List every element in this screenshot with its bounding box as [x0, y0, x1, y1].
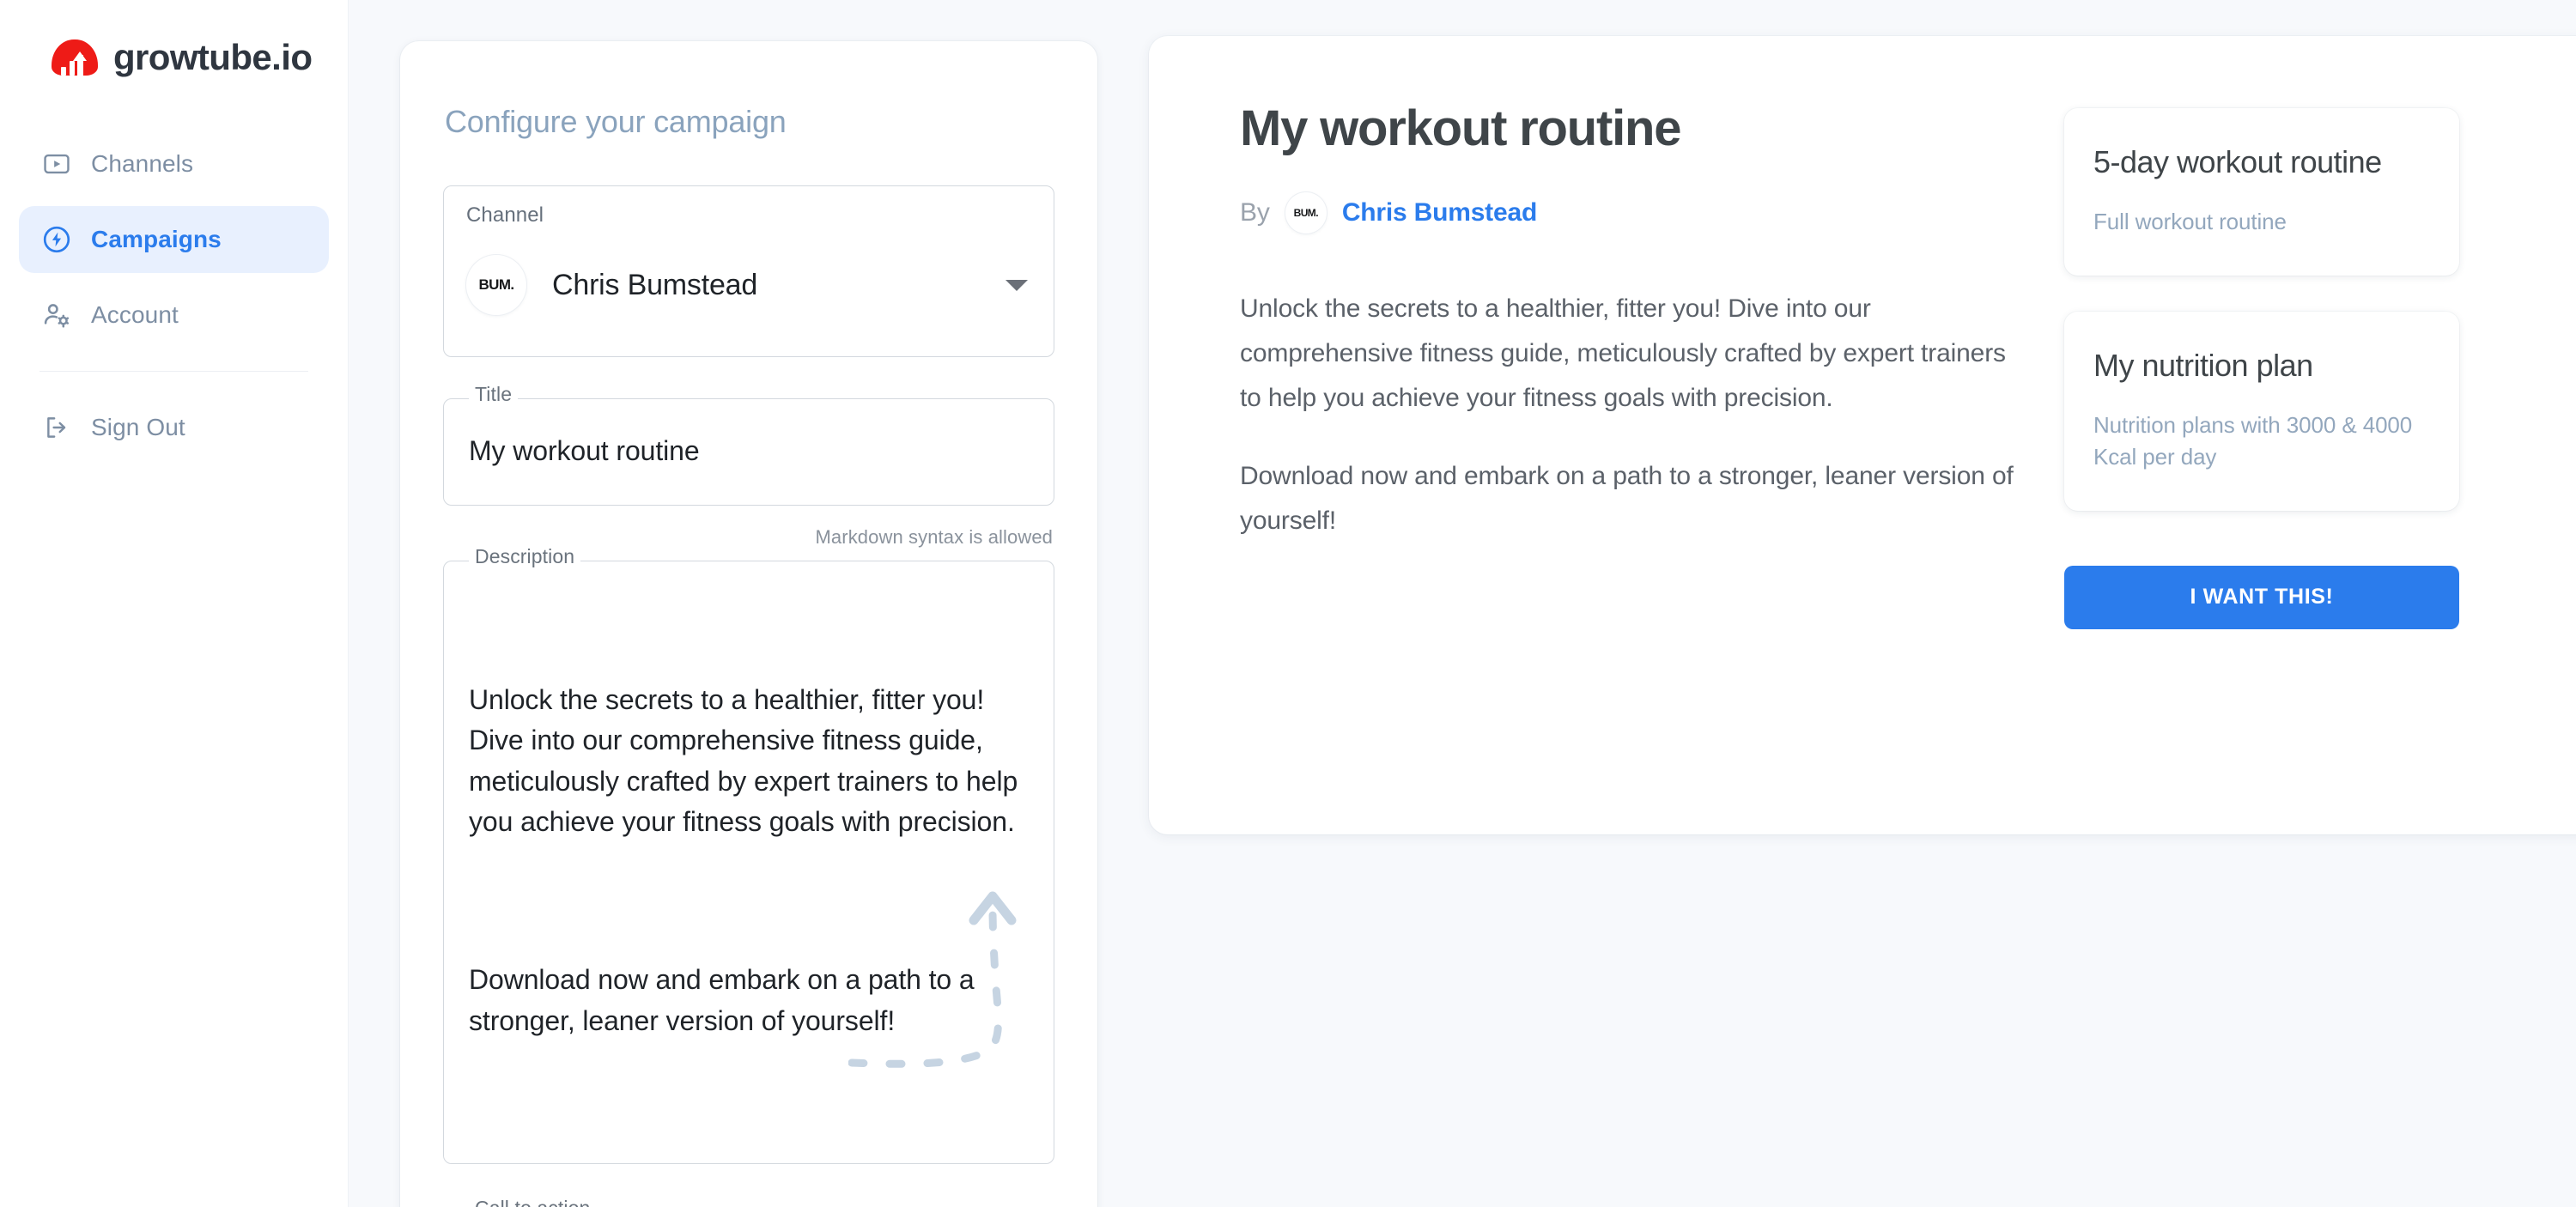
- byline-author-link[interactable]: Chris Bumstead: [1342, 198, 1537, 227]
- offer-card-title: 5-day workout routine: [2093, 144, 2382, 179]
- offer-card-title: My nutrition plan: [2093, 347, 2313, 383]
- sidebar-item-sign-out[interactable]: Sign Out: [19, 394, 329, 461]
- sidebar-item-label: Sign Out: [91, 414, 185, 440]
- preview-byline: By BUM. Chris Bumstead: [1240, 191, 2030, 234]
- sidebar-divider: [39, 371, 308, 372]
- title-field-label: Title: [469, 385, 519, 404]
- lightning-bolt-circle-icon: [41, 224, 72, 255]
- sidebar-item-account[interactable]: Account: [19, 282, 329, 349]
- channel-selected-value: Chris Bumstead: [552, 269, 758, 301]
- i-want-this-button[interactable]: I WANT THIS!: [2064, 565, 2459, 629]
- video-play-icon: [41, 149, 72, 179]
- brand[interactable]: growtube.io: [0, 0, 348, 77]
- description-field-label: Description: [469, 547, 581, 567]
- byline-avatar: BUM.: [1285, 191, 1327, 234]
- form-fields: Channel BUM. Chris Bumstead Title My wor…: [400, 185, 1097, 1207]
- sidebar-item-campaigns[interactable]: Campaigns: [19, 206, 329, 273]
- sidebar-item-label: Channels: [91, 150, 194, 177]
- channel-avatar: BUM.: [466, 255, 526, 315]
- workspace: Configure your campaign Channel BUM. Chr…: [349, 0, 2576, 1207]
- offer-card[interactable]: 5-day workout routine Full workout routi…: [2064, 108, 2459, 276]
- byline-prefix: By: [1240, 197, 1270, 227]
- sign-out-icon: [41, 412, 72, 443]
- preview-body: Unlock the secrets to a healthier, fitte…: [1240, 287, 2030, 543]
- title-field-value: My workout routine: [469, 435, 700, 466]
- preview-offer-rail: 5-day workout routine Full workout routi…: [2064, 101, 2459, 834]
- offer-card-subtitle: Nutrition plans with 3000 & 4000 Kcal pe…: [2093, 412, 2413, 470]
- channel-select-row[interactable]: BUM. Chris Bumstead: [466, 255, 1031, 315]
- sidebar: growtube.io Channels Campaigns Account S…: [0, 0, 349, 1207]
- form-heading: Configure your campaign: [445, 104, 787, 139]
- description-field-value: Unlock the secrets to a healthier, fitte…: [443, 561, 1054, 1163]
- brand-name: growtube.io: [113, 37, 313, 77]
- preview-paragraph: Unlock the secrets to a healthier, fitte…: [1240, 294, 2006, 412]
- user-gear-icon: [41, 300, 72, 331]
- preview-title: My workout routine: [1240, 100, 1681, 156]
- description-paragraph: Unlock the secrets to a healthier, fitte…: [469, 684, 1025, 838]
- sidebar-nav: Channels Campaigns Account Sign Out: [0, 130, 348, 461]
- description-field[interactable]: Markdown syntax is allowed Description U…: [443, 526, 1054, 1164]
- offer-card[interactable]: My nutrition plan Nutrition plans with 3…: [2064, 311, 2459, 511]
- sidebar-item-channels[interactable]: Channels: [19, 130, 329, 197]
- title-field[interactable]: Title My workout routine: [443, 385, 1054, 506]
- description-paragraph: Download now and embark on a path to a s…: [469, 964, 982, 1036]
- sidebar-item-label: Account: [91, 301, 179, 328]
- sidebar-item-label: Campaigns: [91, 226, 222, 252]
- growtube-logo-icon: [52, 39, 98, 76]
- description-helper-text: Markdown syntax is allowed: [815, 526, 1053, 549]
- offer-card-subtitle: Full workout routine: [2093, 209, 2287, 235]
- preview-main: My workout routine By BUM. Chris Bumstea…: [1240, 101, 2030, 834]
- channel-label: Channel: [466, 203, 544, 227]
- channel-select[interactable]: Channel BUM. Chris Bumstead: [443, 185, 1054, 357]
- call-to-action-field-label: Call to action: [469, 1198, 597, 1207]
- app-root: growtube.io Channels Campaigns Account S…: [0, 0, 2576, 1207]
- campaign-form-panel: Configure your campaign Channel BUM. Chr…: [400, 41, 1097, 1207]
- chevron-down-icon[interactable]: [1005, 279, 1028, 291]
- campaign-preview-panel: My workout routine By BUM. Chris Bumstea…: [1149, 36, 2576, 834]
- preview-paragraph: Download now and embark on a path to a s…: [1240, 462, 2014, 536]
